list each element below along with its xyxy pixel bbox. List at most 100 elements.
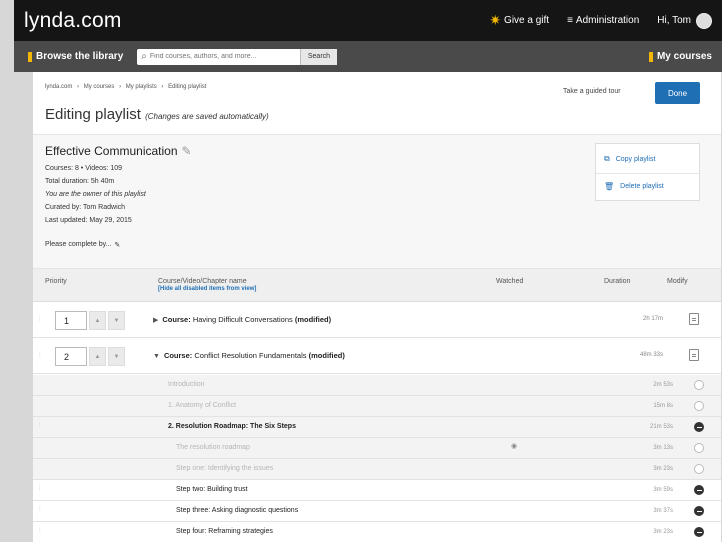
user-menu[interactable]: Hi, Tom	[657, 12, 712, 29]
administration-link[interactable]: ≡ Administration	[567, 15, 639, 26]
gift-icon: ✷	[489, 12, 502, 28]
collapse-caret-icon[interactable]: ▼	[153, 353, 160, 360]
breadcrumb-separator: ›	[161, 84, 164, 90]
priority-arrows: ▲ ▼	[89, 347, 125, 366]
copy-icon: ⧉	[604, 154, 610, 163]
col-name-label: Course/Video/Chapter name	[158, 278, 247, 285]
note-icon[interactable]	[689, 349, 699, 361]
item-name: The resolution roadmap	[176, 444, 250, 451]
complete-by-link[interactable]: Please complete by... ✎	[45, 241, 120, 249]
page-title-text: Editing playlist	[45, 106, 141, 123]
playlist-name: Effective Communication ✎	[45, 144, 192, 158]
breadcrumb-home[interactable]: lynda.com	[45, 84, 72, 90]
col-priority: Priority	[45, 278, 67, 285]
drag-handle-icon[interactable]: ⁞	[39, 507, 41, 513]
move-down-button[interactable]: ▼	[108, 347, 125, 366]
list-item: 1. Anatomy of Conflict 15m 8s	[33, 396, 721, 417]
move-up-button[interactable]: ▲	[89, 347, 106, 366]
playlist-duration: Total duration: 5h 40m	[45, 178, 115, 185]
hide-disabled-link[interactable]: [Hide all disabled items from view]	[158, 286, 256, 292]
pencil-icon: ✎	[114, 242, 121, 249]
avatar	[696, 12, 712, 29]
toggle-on-icon[interactable]	[694, 485, 704, 495]
col-modify: Modify	[667, 278, 688, 285]
course-prefix: Course:	[163, 351, 193, 360]
playlist-owner: You are the owner of this playlist	[45, 191, 146, 198]
breadcrumb-separator: ›	[119, 84, 122, 90]
move-up-button[interactable]: ▲	[89, 311, 106, 330]
item-name: 2. Resolution Roadmap: The Six Steps	[168, 423, 296, 430]
browse-marker-icon	[28, 51, 32, 62]
col-watched: Watched	[496, 278, 524, 285]
drag-handle-icon[interactable]: ⁞	[39, 353, 41, 359]
give-gift-link[interactable]: ✷ Give a gift	[489, 12, 549, 29]
col-duration: Duration	[604, 278, 631, 285]
list-item: ⁞ Step four: Reframing strategies 3m 23s	[33, 522, 721, 542]
done-button[interactable]: Done	[655, 82, 700, 104]
item-duration: 3m 23s	[653, 529, 673, 535]
toggle-on-icon[interactable]	[694, 527, 704, 537]
drag-handle-icon[interactable]: ⁞	[39, 423, 41, 429]
toggle-off-icon[interactable]	[694, 443, 704, 453]
guided-tour-link[interactable]: Take a guided tour	[563, 88, 621, 95]
drag-handle-icon[interactable]: ⁞	[39, 528, 41, 534]
course-row: ⁞ ▲ ▼ ▼Course: Conflict Resolution Funda…	[33, 339, 721, 374]
my-courses-label: My courses	[656, 51, 712, 62]
priority-arrows: ▲ ▼	[89, 311, 125, 330]
list-item: ⁞ Step two: Building trust 3m 59s	[33, 480, 721, 501]
expand-caret-icon[interactable]: ▶	[153, 317, 158, 324]
list-item: The resolution roadmap ◉ 3m 13s	[33, 438, 721, 459]
playlist-actions: ⧉ Copy playlist 🗑 Delete playlist	[595, 143, 700, 201]
course-title-text: Conflict Resolution Fundamentals	[194, 351, 307, 360]
lynda-logo[interactable]: lynda.com	[24, 9, 122, 33]
modified-tag: (modified)	[308, 351, 345, 360]
drag-handle-icon[interactable]: ⁞	[39, 317, 41, 323]
drag-handle-icon[interactable]: ⁞	[39, 486, 41, 492]
trash-icon: 🗑	[604, 182, 615, 191]
list-item: Introduction 2m 53s	[33, 375, 721, 396]
main-panel: lynda.com › My courses › My playlists › …	[33, 72, 721, 542]
course-title[interactable]: ▶ Course: Having Difficult Conversations …	[153, 315, 331, 324]
playlist-updated: Last updated: May 29, 2015	[45, 217, 132, 224]
toggle-off-icon[interactable]	[694, 464, 704, 474]
item-duration: 3m 13s	[653, 445, 673, 451]
playlist-curator: Curated by: Tom Radwich	[45, 204, 126, 211]
item-duration: 2m 53s	[653, 382, 673, 388]
copy-playlist-button[interactable]: ⧉ Copy playlist	[604, 154, 655, 164]
browse-label: Browse the library	[36, 51, 124, 62]
course-title[interactable]: ▼ Course: Conflict Resolution Fundamental…	[153, 351, 345, 360]
course-prefix: Course:	[162, 315, 191, 324]
item-name: Step three: Asking diagnostic questions	[176, 507, 299, 514]
browse-library-button[interactable]: Browse the library	[28, 51, 123, 62]
course-duration: 2h 17m	[642, 316, 663, 322]
course-duration: 48m 33s	[639, 352, 663, 358]
page-subtitle: (Changes are saved automatically)	[145, 112, 269, 121]
priority-input[interactable]	[55, 311, 87, 330]
my-courses-button[interactable]: My courses	[648, 51, 712, 62]
item-duration: 21m 53s	[649, 424, 673, 430]
delete-playlist-label: Delete playlist	[620, 183, 664, 190]
menu-icon: ≡	[567, 15, 573, 26]
course-title-text: Having Difficult Conversations	[192, 315, 293, 324]
item-duration: 3m 23s	[653, 466, 673, 472]
toggle-on-icon[interactable]	[694, 506, 704, 516]
toggle-off-icon[interactable]	[694, 380, 704, 390]
delete-playlist-button[interactable]: 🗑 Delete playlist	[604, 182, 664, 191]
list-item: Step one: Identifying the issues 3m 23s	[33, 459, 721, 480]
priority-input[interactable]	[55, 347, 87, 366]
toggle-off-icon[interactable]	[694, 401, 704, 411]
item-duration: 3m 59s	[653, 487, 673, 493]
search-input[interactable]	[149, 53, 300, 60]
course-row: ⁞ ▲ ▼ ▶ Course: Having Difficult Conversa…	[33, 303, 721, 338]
breadcrumb-my-courses[interactable]: My courses	[84, 84, 115, 90]
note-icon[interactable]	[689, 313, 699, 325]
breadcrumb-my-playlists[interactable]: My playlists	[126, 84, 157, 90]
breadcrumb: lynda.com › My courses › My playlists › …	[45, 84, 209, 90]
item-name: Step four: Reframing strategies	[176, 528, 273, 535]
item-name: Step one: Identifying the issues	[176, 465, 274, 472]
eye-icon: ◉	[511, 443, 518, 450]
toggle-on-icon[interactable]	[694, 422, 704, 432]
move-down-button[interactable]: ▼	[108, 311, 125, 330]
search-button[interactable]: Search	[299, 48, 338, 65]
pencil-icon[interactable]: ✎	[182, 144, 192, 158]
